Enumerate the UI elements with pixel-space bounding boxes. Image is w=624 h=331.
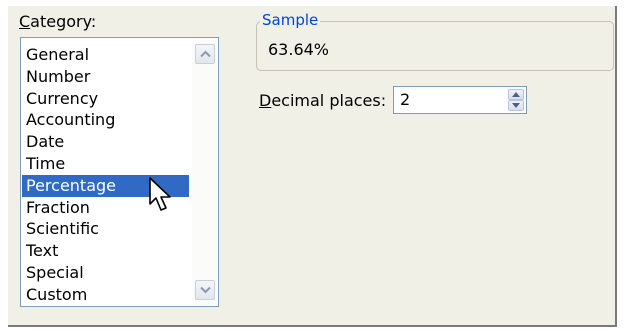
category-item-date[interactable]: Date (22, 131, 189, 153)
category-item-time[interactable]: Time (22, 153, 189, 175)
category-item-general[interactable]: General (22, 44, 189, 66)
scroll-up-button[interactable] (195, 44, 215, 64)
category-label: Category: (19, 12, 97, 31)
mouse-pointer-icon (149, 177, 171, 211)
category-item-accounting[interactable]: Accounting (22, 109, 189, 131)
decimal-places-value[interactable]: 2 (400, 90, 410, 109)
scroll-down-button[interactable] (195, 280, 215, 300)
decimal-places-label: Decimal places: (259, 91, 387, 110)
spin-down-icon (512, 103, 520, 108)
decimal-places-spinner[interactable]: 2 (393, 86, 527, 114)
category-item-scientific[interactable]: Scientific (22, 218, 189, 240)
spin-down-button[interactable] (508, 100, 524, 111)
category-list: General Number Currency Accounting Date Time P… (22, 44, 189, 306)
category-scrollbar[interactable] (192, 39, 217, 305)
spin-buttons (508, 89, 524, 111)
category-item-text[interactable]: Text (22, 240, 189, 262)
category-listbox[interactable]: General Number Currency Accounting Date Time P… (20, 37, 219, 307)
spin-up-button[interactable] (508, 89, 524, 100)
category-item-currency[interactable]: Currency (22, 88, 189, 110)
chevron-down-icon (200, 286, 211, 294)
spin-up-icon (512, 92, 520, 97)
sample-value: 63.64% (268, 40, 330, 59)
category-item-number[interactable]: Number (22, 66, 189, 88)
sample-legend: Sample (260, 11, 321, 29)
category-item-custom[interactable]: Custom (22, 284, 189, 306)
category-item-special[interactable]: Special (22, 262, 189, 284)
chevron-up-icon (200, 50, 211, 58)
